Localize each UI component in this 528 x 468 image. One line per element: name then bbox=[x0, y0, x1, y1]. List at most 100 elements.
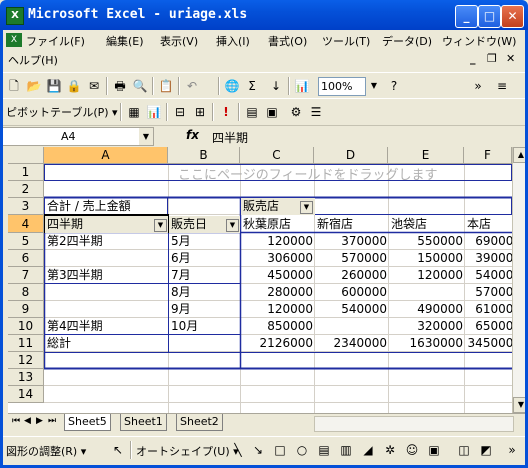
worksheet-grid[interactable]: A B C D E F 1 2 3 4 5 6 7 8 9 10 11 12 1… bbox=[8, 147, 512, 413]
autoshapes-menu[interactable]: オートシェイプ(U) ▾ bbox=[136, 443, 239, 459]
include-hidden-items-icon[interactable]: ▤ bbox=[244, 104, 260, 120]
month-label[interactable]: 8月 bbox=[169, 284, 240, 301]
sales-cell[interactable] bbox=[389, 284, 465, 301]
sheet-tab-sheet2[interactable]: Sheet2 bbox=[176, 414, 223, 431]
save-icon[interactable]: 💾 bbox=[46, 78, 62, 94]
sales-cell[interactable]: 550000 bbox=[389, 233, 465, 250]
select-objects-icon[interactable]: ↖ bbox=[110, 442, 126, 458]
first-sheet-icon[interactable]: ⏮ bbox=[12, 416, 20, 426]
sales-cell[interactable]: 690000 bbox=[465, 233, 512, 250]
row-header[interactable]: 10 bbox=[8, 318, 44, 335]
row-header[interactable]: 6 bbox=[8, 250, 44, 267]
row-header[interactable]: 8 bbox=[8, 284, 44, 301]
menu-view[interactable]: 表示(V) bbox=[160, 33, 198, 49]
sales-cell[interactable]: 120000 bbox=[389, 267, 465, 284]
title-bar[interactable]: X Microsoft Excel - uriage.xls _ □ ✕ bbox=[0, 0, 528, 30]
diagram-icon[interactable]: ✲ bbox=[382, 442, 398, 458]
help-icon[interactable]: ? bbox=[386, 78, 402, 94]
picture-icon[interactable]: ▣ bbox=[426, 442, 442, 458]
sales-cell[interactable]: 260000 bbox=[315, 267, 389, 284]
show-detail-icon[interactable]: ⊞ bbox=[192, 104, 208, 120]
row-header[interactable]: 13 bbox=[8, 369, 44, 386]
sales-cell[interactable]: 650000 bbox=[465, 318, 512, 335]
sales-cell[interactable]: 450000 bbox=[241, 267, 315, 284]
vertical-textbox-icon[interactable]: ▥ bbox=[338, 442, 354, 458]
sales-cell[interactable]: 280000 bbox=[241, 284, 315, 301]
formula-input[interactable]: 四半期 bbox=[212, 129, 248, 146]
sales-cell[interactable]: 320000 bbox=[389, 318, 465, 335]
quarter-label[interactable]: 第4四半期 bbox=[45, 318, 168, 335]
row-header[interactable]: 12 bbox=[8, 352, 44, 369]
shadow-icon[interactable]: ◫ bbox=[456, 442, 472, 458]
column-header-e[interactable]: E bbox=[388, 147, 464, 164]
column-header-b[interactable]: B bbox=[168, 147, 240, 164]
oval-icon[interactable]: ○ bbox=[294, 442, 310, 458]
row-field-date-dropdown-icon[interactable]: ▼ bbox=[226, 219, 239, 232]
workbook-icon[interactable]: X bbox=[6, 33, 22, 47]
sales-cell[interactable]: 570000 bbox=[315, 250, 389, 267]
last-sheet-icon[interactable]: ⏭ bbox=[48, 416, 56, 426]
3d-icon[interactable]: ◩ bbox=[478, 442, 494, 458]
column-field-dropdown-icon[interactable]: ▼ bbox=[300, 201, 313, 214]
paste-icon[interactable]: 📋 bbox=[158, 78, 174, 94]
column-header-a[interactable]: A bbox=[44, 147, 168, 164]
clipart-icon[interactable]: ☺ bbox=[404, 442, 420, 458]
zoom-dropdown-icon[interactable]: ▼ bbox=[366, 78, 382, 94]
hyperlink-icon[interactable]: 🌐 bbox=[224, 78, 240, 94]
row-header[interactable]: 5 bbox=[8, 233, 44, 250]
toolbar-options-icon[interactable]: » bbox=[470, 78, 486, 94]
sales-cell[interactable]: 540000 bbox=[315, 301, 389, 318]
column-header-d[interactable]: D bbox=[314, 147, 388, 164]
open-icon[interactable]: 📂 bbox=[26, 78, 42, 94]
new-icon[interactable]: 🗋 bbox=[6, 78, 22, 94]
column-header-f[interactable]: F bbox=[464, 147, 512, 164]
chart-wizard-icon[interactable]: 📊 bbox=[294, 78, 310, 94]
pivot-chart-icon[interactable]: 📊 bbox=[146, 104, 162, 120]
toolbar-options-icon[interactable]: » bbox=[504, 442, 520, 458]
menu-insert[interactable]: 挿入(I) bbox=[216, 33, 250, 49]
arrow-icon[interactable]: ↘ bbox=[250, 442, 266, 458]
row-header[interactable]: 1 bbox=[8, 164, 44, 181]
sales-cell[interactable]: 540000 bbox=[465, 267, 512, 284]
mail-icon[interactable]: ✉ bbox=[86, 78, 102, 94]
row-header[interactable]: 3 bbox=[8, 198, 44, 215]
column-header-c[interactable]: C bbox=[240, 147, 314, 164]
pivot-table-menu[interactable]: ピボットテーブル(P) ▾ bbox=[6, 104, 118, 120]
sales-cell[interactable]: 120000 bbox=[241, 233, 315, 250]
maximize-button[interactable]: □ bbox=[478, 5, 501, 28]
zoom-select[interactable]: 100% bbox=[318, 77, 366, 96]
doc-restore-icon[interactable]: ❐ bbox=[487, 52, 497, 65]
menu-tools[interactable]: ツール(T) bbox=[322, 33, 370, 49]
field-list-icon[interactable]: ☰ bbox=[308, 104, 324, 120]
sales-cell[interactable]: 570000 bbox=[465, 284, 512, 301]
grand-total-label[interactable]: 総計 bbox=[45, 335, 168, 352]
field-settings-icon[interactable]: ⚙ bbox=[288, 104, 304, 120]
rectangle-icon[interactable]: □ bbox=[272, 442, 288, 458]
next-sheet-icon[interactable]: ▶ bbox=[36, 416, 43, 426]
sales-cell[interactable]: 600000 bbox=[315, 284, 389, 301]
sales-cell[interactable]: 370000 bbox=[315, 233, 389, 250]
row-header[interactable]: 7 bbox=[8, 267, 44, 284]
format-report-icon[interactable]: ▦ bbox=[126, 104, 142, 120]
sales-cell[interactable]: 390000 bbox=[465, 250, 512, 267]
row-header[interactable]: 4 bbox=[8, 215, 44, 233]
month-label[interactable]: 6月 bbox=[169, 250, 240, 267]
sort-ascending-icon[interactable]: ↓ bbox=[268, 78, 284, 94]
menu-window[interactable]: ウィンドウ(W) bbox=[442, 33, 516, 49]
row-header[interactable]: 9 bbox=[8, 301, 44, 318]
grand-total-cell[interactable]: 1630000 bbox=[389, 335, 465, 352]
draw-menu[interactable]: 図形の調整(R) ▾ bbox=[6, 443, 86, 459]
close-button[interactable]: ✕ bbox=[501, 5, 524, 28]
store-header[interactable]: 秋葉原店 bbox=[241, 216, 315, 233]
sales-cell[interactable]: 850000 bbox=[241, 318, 315, 335]
quarter-label[interactable]: 第2四半期 bbox=[45, 233, 168, 250]
row-header[interactable]: 14 bbox=[8, 386, 44, 403]
sales-cell[interactable]: 610000 bbox=[465, 301, 512, 318]
name-box-dropdown-icon[interactable]: ▼ bbox=[139, 128, 153, 145]
hide-detail-icon[interactable]: ⊟ bbox=[172, 104, 188, 120]
row-header[interactable]: 11 bbox=[8, 335, 44, 352]
sales-cell[interactable]: 490000 bbox=[389, 301, 465, 318]
menu-help[interactable]: ヘルプ(H) bbox=[8, 52, 58, 68]
store-header[interactable]: 新宿店 bbox=[315, 216, 389, 233]
minimize-button[interactable]: _ bbox=[455, 5, 478, 28]
